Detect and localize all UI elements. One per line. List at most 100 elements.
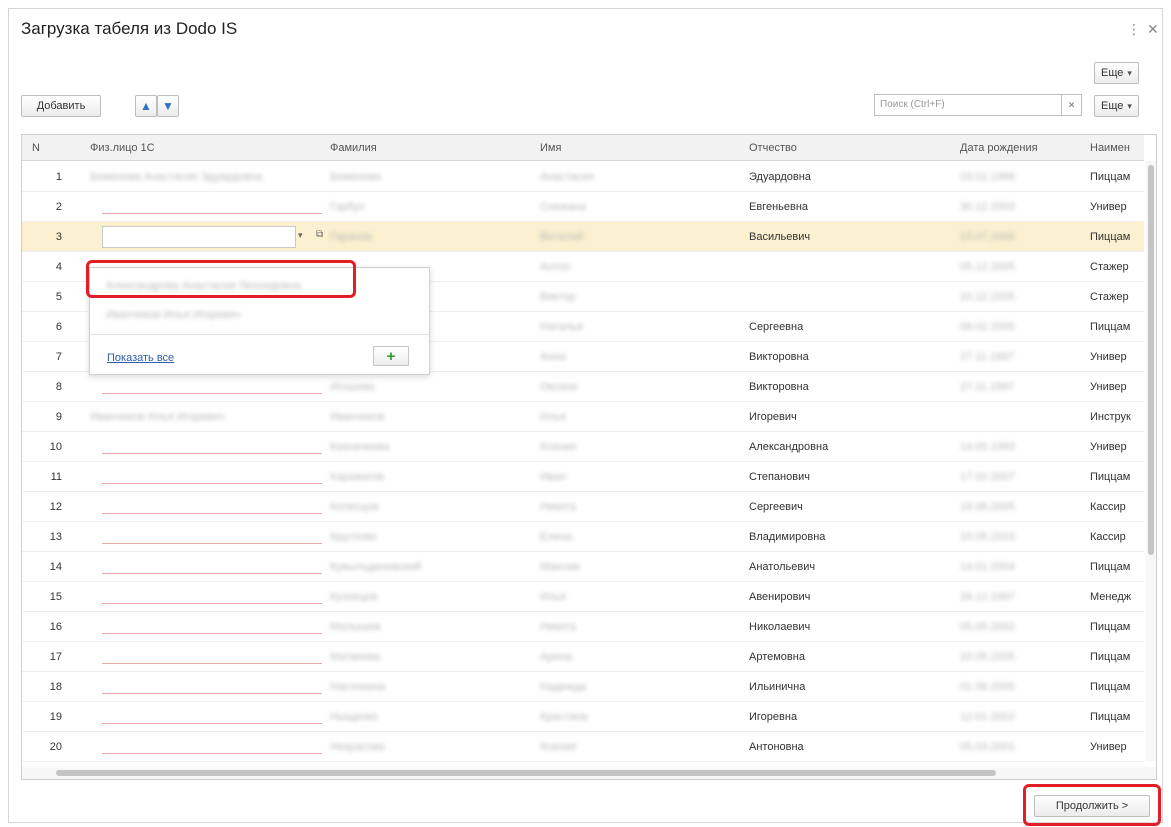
- cell-dob[interactable]: 30.12.2003: [960, 201, 1070, 213]
- cell-imya[interactable]: Илья: [540, 411, 730, 423]
- cell-otch[interactable]: Ильинична: [749, 681, 939, 693]
- cell-otch[interactable]: Васильевич: [749, 231, 939, 243]
- cell-naim[interactable]: Универ: [1090, 741, 1144, 753]
- header-fiz[interactable]: Физ.лицо 1С: [90, 142, 155, 154]
- cell-dob[interactable]: 05.12.2005: [960, 261, 1070, 273]
- table-row[interactable]: 2 Гарбуз Снежана Евгеньевна 30.12.2003 Универ: [22, 192, 1144, 222]
- cell-dob[interactable]: 01.06.2005: [960, 681, 1070, 693]
- move-up-button[interactable]: ▲: [135, 95, 157, 117]
- cell-otch[interactable]: Викторовна: [749, 351, 939, 363]
- cell-dob[interactable]: 14.05.1993: [960, 441, 1070, 453]
- table-row[interactable]: 16 Малышев Никита Николаевич 05.05.2002 Пицца…: [22, 612, 1144, 642]
- cell-imya[interactable]: Надежда: [540, 681, 730, 693]
- add-button[interactable]: Добавить: [21, 95, 101, 117]
- cell-naim[interactable]: Универ: [1090, 441, 1144, 453]
- cell-imya[interactable]: Ксения: [540, 441, 730, 453]
- cell-fam[interactable]: Казначеева: [330, 441, 520, 453]
- cell-naim[interactable]: Стажер: [1090, 261, 1144, 273]
- cell-otch[interactable]: Степанович: [749, 471, 939, 483]
- cell-fam[interactable]: Ныщенко: [330, 711, 520, 723]
- vertical-scrollbar[interactable]: [1146, 161, 1156, 761]
- more-button-top[interactable]: Еще ▾: [1094, 62, 1139, 84]
- table-row[interactable]: 15 Кузнецов Илья Авенирович 26.12.1997 Менедж: [22, 582, 1144, 612]
- cell-naim[interactable]: Пиццам: [1090, 561, 1144, 573]
- cell-dob[interactable]: 26.12.1997: [960, 591, 1070, 603]
- create-new-button[interactable]: +: [373, 346, 409, 366]
- cell-imya[interactable]: Кристина: [540, 711, 730, 723]
- header-fam[interactable]: Фамилия: [330, 142, 377, 154]
- cell-otch[interactable]: Игоревич: [749, 411, 939, 423]
- cell-dob[interactable]: 17.02.2007: [960, 471, 1070, 483]
- cell-otch[interactable]: Владимировна: [749, 531, 939, 543]
- cell-imya[interactable]: Антон: [540, 261, 730, 273]
- cell-fiz[interactable]: Боженова Анастасия Эдуардовна: [90, 171, 310, 183]
- show-all-link[interactable]: Показать все: [107, 352, 174, 364]
- cell-naim[interactable]: Пиццам: [1090, 711, 1144, 723]
- cell-naim[interactable]: Универ: [1090, 201, 1144, 213]
- cell-fiz[interactable]: Иванчиков Илья Игоревич: [90, 411, 310, 423]
- header-imya[interactable]: Имя: [540, 142, 561, 154]
- cell-dob[interactable]: 05.05.2002: [960, 621, 1070, 633]
- horizontal-scroll-thumb[interactable]: [56, 770, 996, 776]
- cell-imya[interactable]: Снежана: [540, 201, 730, 213]
- cell-imya[interactable]: Елена: [540, 531, 730, 543]
- cell-fam[interactable]: Боженова: [330, 171, 520, 183]
- cell-naim[interactable]: Пиццам: [1090, 681, 1144, 693]
- cell-naim[interactable]: Менедж: [1090, 591, 1144, 603]
- cell-otch[interactable]: Игоревна: [749, 711, 939, 723]
- cell-imya[interactable]: Наталья: [540, 321, 730, 333]
- header-otch[interactable]: Отчество: [749, 142, 797, 154]
- cell-fam[interactable]: Игошева: [330, 381, 520, 393]
- dropdown-item-2[interactable]: Иванчиков Илья Игоревич: [106, 309, 240, 321]
- cell-dob[interactable]: 15.07.2006: [960, 231, 1070, 243]
- cell-imya[interactable]: Максим: [540, 561, 730, 573]
- more-vertical-icon[interactable]: ⋮: [1127, 21, 1141, 38]
- cell-naim[interactable]: Пиццам: [1090, 171, 1144, 183]
- table-row[interactable]: 14 Кувыльдиневский Максим Анатольевич 14.01.…: [22, 552, 1144, 582]
- cell-imya[interactable]: Никита: [540, 501, 730, 513]
- search-clear-button[interactable]: ✕: [1062, 94, 1082, 116]
- cell-fam[interactable]: Кузнецов: [330, 591, 520, 603]
- cell-imya[interactable]: Виктор: [540, 291, 730, 303]
- table-row[interactable]: 10 Казначеева Ксения Александровна 14.05.199…: [22, 432, 1144, 462]
- table-row[interactable]: 17 Матвеева Арина Артемовна 20.05.2005 Пиццам: [22, 642, 1144, 672]
- cell-otch[interactable]: Евгеньевна: [749, 201, 939, 213]
- cell-dob[interactable]: 05.03.2001: [960, 741, 1070, 753]
- cell-dob[interactable]: 03.02.1998: [960, 171, 1070, 183]
- cell-imya[interactable]: Ксения: [540, 741, 730, 753]
- table-row[interactable]: 18 Насонкина Надежда Ильинична 01.06.2005 Пиц…: [22, 672, 1144, 702]
- header-n[interactable]: N: [32, 142, 40, 154]
- cell-dob[interactable]: 20.05.2005: [960, 651, 1070, 663]
- cell-naim[interactable]: Пиццам: [1090, 621, 1144, 633]
- cell-imya[interactable]: Арина: [540, 651, 730, 663]
- horizontal-scrollbar[interactable]: [22, 767, 1156, 779]
- cell-imya[interactable]: Илья: [540, 591, 730, 603]
- close-icon[interactable]: ✕: [1147, 21, 1159, 38]
- table-row[interactable]: 3 ▾ ⧉ Гаранов Виталий Васильевич 15.07.2006 Пиц…: [22, 222, 1144, 252]
- cell-imya[interactable]: Никита: [540, 621, 730, 633]
- cell-otch[interactable]: Николаевич: [749, 621, 939, 633]
- cell-imya[interactable]: Виталий: [540, 231, 730, 243]
- table-row[interactable]: 20 Некрасова Ксения Антоновна 05.03.2001 Унив…: [22, 732, 1144, 762]
- cell-naim[interactable]: Пиццам: [1090, 231, 1144, 243]
- cell-dob[interactable]: 27.11.1997: [960, 381, 1070, 393]
- more-button[interactable]: Еще ▾: [1094, 95, 1139, 117]
- cell-imya[interactable]: Иван: [540, 471, 730, 483]
- cell-imya[interactable]: Анна: [540, 351, 730, 363]
- cell-naim[interactable]: Пиццам: [1090, 321, 1144, 333]
- cell-otch[interactable]: Антоновна: [749, 741, 939, 753]
- cell-dob[interactable]: 15.05.2003: [960, 531, 1070, 543]
- cell-naim[interactable]: Пиццам: [1090, 471, 1144, 483]
- chevron-down-icon[interactable]: ▾: [298, 230, 303, 241]
- cell-otch[interactable]: Викторовна: [749, 381, 939, 393]
- cell-naim[interactable]: Стажер: [1090, 291, 1144, 303]
- cell-fam[interactable]: Круглова: [330, 531, 520, 543]
- table-row[interactable]: 19 Ныщенко Кристина Игоревна 12.01.2002 Пицца…: [22, 702, 1144, 732]
- cell-dob[interactable]: 14.01.2004: [960, 561, 1070, 573]
- cell-otch[interactable]: Авенирович: [749, 591, 939, 603]
- header-dob[interactable]: Дата рождения: [960, 142, 1038, 154]
- vertical-scroll-thumb[interactable]: [1148, 165, 1154, 555]
- cell-fam[interactable]: Гарбуз: [330, 201, 520, 213]
- table-row[interactable]: 9 Иванчиков Илья Игоревич Иванчиков Илья Иго…: [22, 402, 1144, 432]
- cell-otch[interactable]: Сергеевич: [749, 501, 939, 513]
